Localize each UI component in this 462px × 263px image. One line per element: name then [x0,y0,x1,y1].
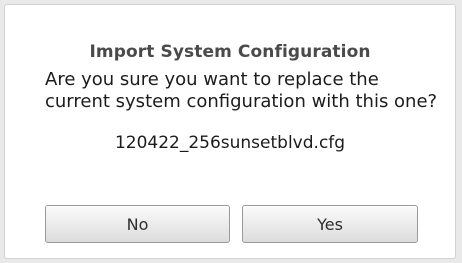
yes-button-label: Yes [317,214,343,234]
yes-button[interactable]: Yes [242,205,418,243]
no-button-label: No [126,214,149,234]
dialog-title: Import System Configuration [89,42,371,62]
import-config-dialog: Import System Configuration Are you sure… [4,4,456,259]
confirmation-message: Are you sure you want to replace the cur… [45,69,438,112]
config-filename: 120422_256sunsetblvd.cfg [114,133,346,153]
no-button[interactable]: No [45,205,230,243]
